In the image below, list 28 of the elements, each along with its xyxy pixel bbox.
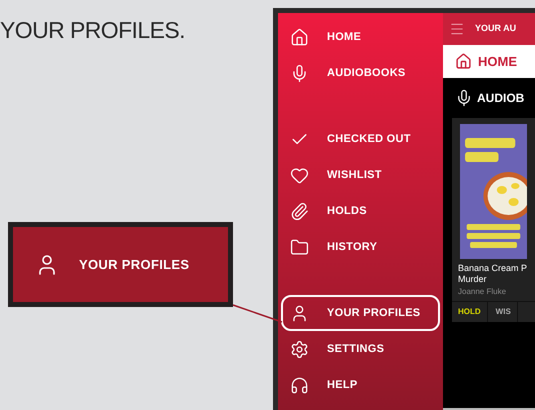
heading: YOUR PROFILES. [0,16,186,44]
sidebar-item[interactable]: YOUR PROFILES [281,295,440,331]
book-action[interactable]: WIS [488,302,518,322]
app-title: YOUR AU [475,22,516,36]
sidebar-item[interactable]: CHECKED OUT [281,121,440,157]
leader-line [232,304,282,323]
settings-icon [290,340,309,358]
sidebar-item[interactable]: HISTORY [281,229,440,265]
home-icon [290,28,309,46]
microphone-icon [455,89,473,108]
sidebar-item[interactable]: AUDIOBOOKS [281,55,440,91]
sidebar-item[interactable]: WISHLIST [281,157,440,193]
home-title: HOME [478,52,517,71]
home-icon [455,53,472,70]
headphones-icon [290,376,309,394]
heart-icon [290,166,309,184]
paperclip-icon [290,202,309,220]
sidebar-item[interactable]: HOME [281,19,440,55]
callout-label: YOUR PROFILES [79,256,190,274]
sidebar-item[interactable]: HELP [281,367,440,403]
book-action[interactable]: HOLD [452,302,488,322]
folder-icon [290,238,309,256]
book-card[interactable]: Banana Cream P Murder Joanne Fluke HOLD WIS [452,118,535,322]
sidebar-item[interactable]: SETTINGS [281,331,440,367]
book-title: Banana Cream P Murder [457,262,528,286]
book-author: Joanne Fluke [457,286,508,298]
sidebar-item[interactable]: HOLDS [281,193,440,229]
section-title: AUDIOB [477,90,524,108]
